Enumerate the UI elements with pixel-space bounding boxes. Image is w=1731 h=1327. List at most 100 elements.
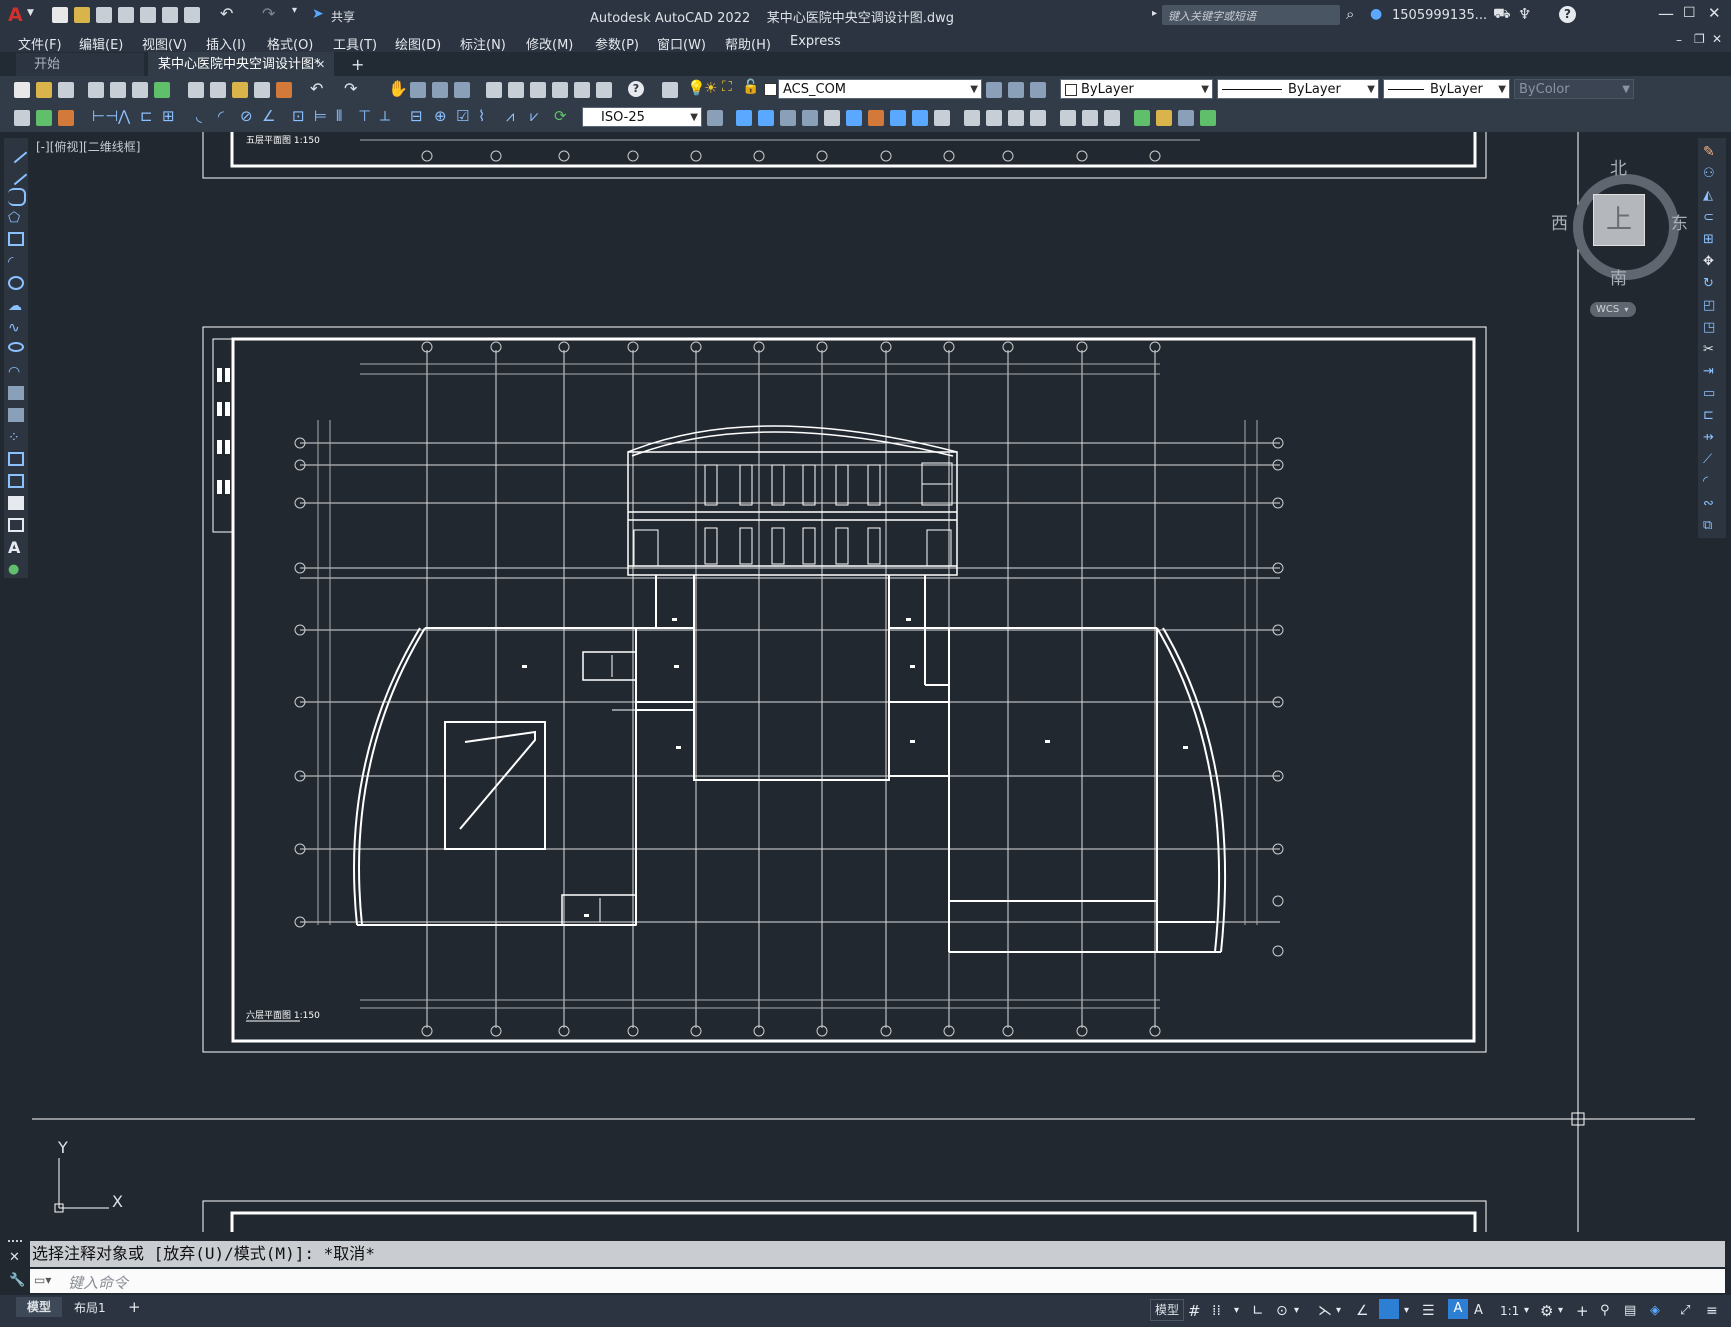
viewcube-east[interactable]: 东 [1671, 209, 1688, 234]
dimstyle-combo[interactable]: ISO-25 ▼ [582, 107, 702, 127]
clean-screen-icon[interactable]: ⤢ [1680, 1300, 1690, 1322]
viewcube-top-face[interactable]: 上 [1593, 194, 1645, 246]
drawing-area[interactable]: [-][俯视][二维线框] 六层平面图 1:150 五层平面图 1:150 Y … [32, 132, 1697, 1232]
redo-button-icon[interactable]: ↷ [344, 79, 357, 98]
continue-dim-icon[interactable]: ⫴ [336, 107, 342, 125]
menu-view[interactable]: 视图(V) [142, 34, 187, 53]
circle-icon[interactable] [8, 276, 24, 290]
insert-block-icon[interactable] [1200, 110, 1216, 126]
break-icon[interactable] [986, 110, 1002, 126]
layer-viewport-icon[interactable]: ⛶ [722, 79, 732, 95]
trim-side-icon[interactable]: ✂ [1703, 342, 1719, 357]
open-icon[interactable] [74, 7, 90, 23]
plot-icon[interactable] [184, 7, 200, 23]
new-icon[interactable] [52, 7, 68, 23]
save-web-icon[interactable] [162, 7, 178, 23]
copy-side-icon[interactable]: ⚇ [1703, 166, 1719, 181]
polar-icon[interactable]: ⊙ [1276, 1300, 1288, 1322]
move-icon[interactable] [846, 110, 862, 126]
units-icon[interactable]: ⚲ [1600, 1300, 1610, 1322]
add-selected-icon[interactable]: ● [8, 562, 24, 577]
block-editor-icon[interactable] [276, 82, 292, 98]
cut-icon[interactable] [188, 82, 204, 98]
stretch-icon[interactable] [912, 110, 928, 126]
rotate-side-icon[interactable]: ↻ [1703, 276, 1719, 291]
new-tab-button[interactable]: + [351, 54, 364, 76]
dim-text-edit-icon[interactable]: ⩗ [530, 107, 538, 125]
stretch-side-icon[interactable]: ◳ [1703, 320, 1719, 335]
doc-restore-icon[interactable]: ❐ [1694, 32, 1705, 46]
mtext-icon[interactable]: A [8, 538, 24, 557]
save-icon[interactable] [96, 7, 112, 23]
dim-space-icon[interactable]: ⊤ [358, 107, 371, 125]
print-icon[interactable] [88, 82, 104, 98]
jogged-dim-icon[interactable]: ◜ [218, 107, 224, 125]
lineweight-combo[interactable]: ByLayer ▼ [1383, 79, 1510, 99]
join-side-icon[interactable]: ⇸ [1703, 430, 1719, 445]
minimize-icon[interactable]: — [1658, 4, 1674, 23]
menu-draw[interactable]: 绘图(D) [395, 34, 441, 53]
blend-icon[interactable] [1104, 110, 1120, 126]
open-web-icon[interactable] [140, 7, 156, 23]
print-preview-icon[interactable] [110, 82, 126, 98]
qnew-icon[interactable] [14, 82, 30, 98]
command-settings-icon[interactable]: 🔧 [9, 1273, 25, 1288]
fillet-icon[interactable] [1060, 110, 1076, 126]
erase-icon[interactable] [736, 110, 752, 126]
app-logo-icon[interactable]: A [8, 4, 23, 26]
annotation-monitor-icon[interactable]: + [1576, 1300, 1589, 1322]
markup-icon[interactable] [574, 82, 590, 98]
search-box[interactable]: 键入关键字或短语 [1162, 5, 1340, 25]
menu-window[interactable]: 窗口(W) [657, 34, 706, 53]
workspace-gear-icon[interactable]: ⚙ [1540, 1300, 1553, 1322]
command-line-grip[interactable] [8, 1240, 22, 1248]
properties-icon[interactable] [486, 82, 502, 98]
menu-format[interactable]: 格式(O) [267, 34, 313, 53]
viewcube[interactable]: 上 北 南 西 东 [1551, 154, 1688, 289]
polar-menu-icon[interactable]: ▾ [1294, 1300, 1299, 1322]
ortho-icon[interactable]: ∟ [1252, 1300, 1264, 1322]
chamfer-side-icon[interactable]: ⟋ [1703, 452, 1719, 467]
publish-icon[interactable] [132, 82, 148, 98]
polygon-icon[interactable]: ⬠ [8, 210, 24, 226]
expand-icon[interactable]: ▸ [1152, 8, 1157, 19]
linear-dim-icon[interactable]: ⊢⊣ [92, 107, 118, 125]
ordinate-dim-icon[interactable]: ⊞ [162, 107, 175, 125]
zoom-realtime-icon[interactable] [410, 82, 426, 98]
lineweight-toggle-icon[interactable]: ☰ [1422, 1300, 1435, 1322]
move-side-icon[interactable]: ✥ [1703, 254, 1719, 269]
object-snap-menu-icon[interactable]: ▾ [1404, 1300, 1409, 1322]
undo-icon[interactable]: ↶ [220, 4, 233, 23]
extend-side-icon[interactable]: ⇥ [1703, 364, 1719, 379]
layer-state-icon[interactable] [1030, 82, 1046, 98]
aligned-dim-icon[interactable]: ⋀ [118, 107, 130, 125]
offset-side-icon[interactable]: ⊂ [1703, 210, 1719, 225]
model-tab[interactable]: 模型 [16, 1297, 62, 1317]
doc-close-icon[interactable]: ✕ [1712, 32, 1722, 46]
workspace-menu-icon[interactable]: ▾ [1558, 1300, 1563, 1322]
trim-icon[interactable] [934, 110, 950, 126]
command-input[interactable]: 键入命令 [68, 1272, 128, 1293]
inspect-icon[interactable]: ☑ [456, 107, 469, 125]
explode-side-icon[interactable]: ⧉ [1703, 518, 1719, 533]
zoom-window-icon[interactable] [432, 82, 448, 98]
break-side-icon[interactable]: ⊏ [1703, 408, 1719, 423]
insert-block-left-icon[interactable] [8, 386, 24, 400]
dimstyle-icon[interactable] [707, 110, 723, 126]
tool-palettes-icon[interactable] [530, 82, 546, 98]
tolerance-icon[interactable]: ⊟ [410, 107, 423, 125]
polyline-icon[interactable] [8, 188, 26, 206]
open-file-icon[interactable] [36, 82, 52, 98]
layer-lock-icon[interactable]: 🔓 [742, 79, 759, 95]
dim-edit-icon[interactable]: ⩘ [506, 107, 514, 125]
blend-side-icon[interactable]: ∾ [1703, 496, 1719, 511]
arc-length-icon[interactable]: ⊏ [140, 107, 153, 125]
layer-freeze-icon[interactable]: ☀ [704, 79, 717, 97]
dim-update-icon[interactable]: ⟳ [554, 107, 567, 125]
jogged-linear-icon[interactable]: ⌇ [478, 107, 485, 125]
model-space-button[interactable]: 模型 [1150, 1299, 1184, 1321]
mirror-side-icon[interactable]: ◭ [1703, 188, 1719, 203]
recent-commands-icon[interactable]: ▭▾ [34, 1273, 51, 1287]
break-point-side-icon[interactable]: ▭ [1703, 386, 1719, 401]
layer-properties-icon[interactable] [662, 82, 678, 98]
